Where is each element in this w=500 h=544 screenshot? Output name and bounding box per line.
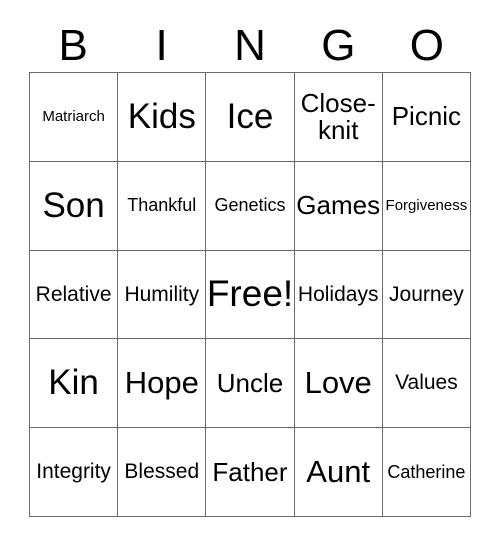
bingo-cell[interactable]: Forgiveness — [382, 161, 471, 251]
bingo-cell-label: Son — [42, 185, 105, 225]
bingo-cell[interactable]: Picnic — [382, 73, 471, 162]
bingo-cell[interactable]: Son — [30, 161, 119, 251]
bingo-grid: Matriarch Kids Ice Close-knit Picnic Son… — [29, 72, 471, 517]
bingo-cell[interactable]: Ice — [206, 73, 295, 162]
bingo-cell-label: Ice — [226, 96, 274, 136]
header-letter-g: G — [321, 21, 356, 70]
bingo-cell-label: Games — [296, 190, 381, 221]
bingo-cell-label: Humility — [124, 282, 200, 306]
bingo-cell[interactable]: Blessed — [118, 428, 207, 517]
bingo-cell[interactable]: Integrity — [30, 428, 119, 517]
bingo-cell-label: Holidays — [297, 282, 379, 306]
bingo-cell[interactable]: Thankful — [118, 161, 207, 251]
bingo-cell[interactable]: Games — [294, 161, 383, 251]
bingo-cell-label: Integrity — [36, 460, 111, 484]
bingo-cell[interactable]: Kin — [30, 339, 119, 429]
bingo-cell-label: Blessed — [124, 460, 200, 484]
header-letter-n: N — [234, 21, 266, 70]
bingo-cell-label: Free! — [206, 273, 294, 315]
bingo-cell[interactable]: Relative — [30, 250, 119, 340]
bingo-cell[interactable]: Father — [206, 428, 295, 517]
bingo-cell-label: Matriarch — [42, 108, 105, 126]
bingo-cell-free[interactable]: Free! — [206, 250, 295, 340]
bingo-cell[interactable]: Close-knit — [294, 73, 383, 162]
bingo-cell[interactable]: Love — [294, 339, 383, 429]
bingo-cell-label: Relative — [35, 282, 112, 306]
bingo-cell-label: Father — [212, 456, 288, 487]
bingo-cell-label: Genetics — [214, 195, 286, 216]
bingo-cell-label: Hope — [124, 365, 199, 401]
header-letter-o: O — [409, 21, 444, 70]
bingo-cell-label: Journey — [389, 282, 464, 306]
bingo-cell-label: Aunt — [306, 453, 371, 489]
header-letter-i: I — [155, 21, 168, 70]
bingo-header: B I N G O — [29, 20, 471, 72]
bingo-cell[interactable]: Aunt — [294, 428, 383, 517]
bingo-card: B I N G O Matriarch Kids Ice Close-knit … — [0, 0, 500, 544]
bingo-cell[interactable]: Holidays — [294, 250, 383, 340]
bingo-cell[interactable]: Humility — [118, 250, 207, 340]
bingo-cell-label: Catherine — [387, 461, 466, 482]
bingo-cell[interactable]: Genetics — [206, 161, 295, 251]
bingo-cell-label: Picnic — [391, 101, 462, 132]
bingo-cell[interactable]: Uncle — [206, 339, 295, 429]
bingo-cell-label: Love — [304, 365, 372, 401]
bingo-cell[interactable]: Hope — [118, 339, 207, 429]
bingo-cell-label: Forgiveness — [385, 196, 468, 214]
bingo-cell-label: Thankful — [127, 195, 197, 216]
bingo-cell-label: Kids — [127, 96, 196, 136]
bingo-cell[interactable]: Journey — [382, 250, 471, 340]
bingo-cell-label: Uncle — [216, 367, 284, 398]
bingo-cell-label: Values — [395, 371, 458, 395]
bingo-cell-label: Close-knit — [300, 87, 376, 145]
bingo-cell[interactable]: Matriarch — [30, 73, 119, 162]
bingo-cell[interactable]: Catherine — [382, 428, 471, 517]
bingo-cell[interactable]: Values — [382, 339, 471, 429]
bingo-cell[interactable]: Kids — [118, 73, 207, 162]
header-letter-b: B — [58, 21, 88, 70]
bingo-cell-label: Kin — [48, 363, 99, 403]
